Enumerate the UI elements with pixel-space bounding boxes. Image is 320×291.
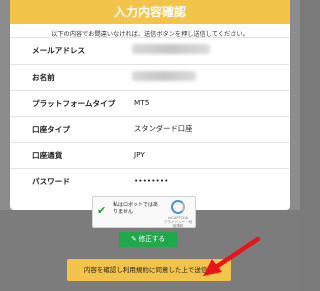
row-label: お名前: [32, 73, 55, 82]
recaptcha-terms[interactable]: プライバシー・利用規約: [164, 220, 193, 228]
row-email: メールアドレス: [10, 37, 290, 61]
pencil-icon: ✎: [130, 235, 137, 243]
row-currency: 口座通貨 JPY: [10, 142, 290, 166]
chevron-right-icon: ›: [211, 266, 215, 274]
row-label: 口座タイプ: [32, 125, 70, 134]
submit-button-label: 内容を確認し利用規約に同意した上で送信: [83, 266, 208, 274]
row-label: パスワード: [32, 177, 70, 186]
row-platform: プラットフォームタイプ MT5: [10, 90, 290, 114]
recaptcha-brand: reCAPTCHA プライバシー・利用規約: [163, 216, 193, 228]
confirmation-modal: 入力内容確認 以下の内容でお間違いなければ、送信ボタンを押し送信してください。 …: [10, 0, 290, 210]
row-password: パスワード ••••••••: [10, 168, 290, 192]
modal-title: 入力内容確認: [10, 0, 290, 24]
row-name: お名前: [10, 64, 290, 88]
blurred-value: [132, 71, 196, 81]
row-label: 口座通貨: [32, 151, 63, 160]
recaptcha-widget[interactable]: ✔ 私はロボットではありません reCAPTCHA プライバシー・利用規約: [92, 196, 196, 228]
row-value: JPY: [134, 150, 145, 159]
recaptcha-logo-icon: [171, 200, 185, 214]
submit-button[interactable]: 内容を確認し利用規約に同意した上で送信 ›: [67, 259, 231, 281]
blurred-value: [132, 44, 210, 54]
checkmark-icon[interactable]: ✔: [97, 205, 108, 216]
recaptcha-label: 私はロボットではありません: [113, 202, 159, 215]
row-value: MT5: [134, 98, 150, 107]
fix-button-label: 修正する: [138, 235, 166, 243]
fix-button[interactable]: ✎ 修正する: [119, 232, 177, 247]
row-account-type: 口座タイプ スタンダード口座: [10, 116, 290, 140]
row-label: プラットフォームタイプ: [32, 99, 116, 108]
row-label: メールアドレス: [32, 46, 86, 55]
row-value: ••••••••: [134, 176, 169, 185]
row-value: スタンダード口座: [134, 124, 193, 133]
